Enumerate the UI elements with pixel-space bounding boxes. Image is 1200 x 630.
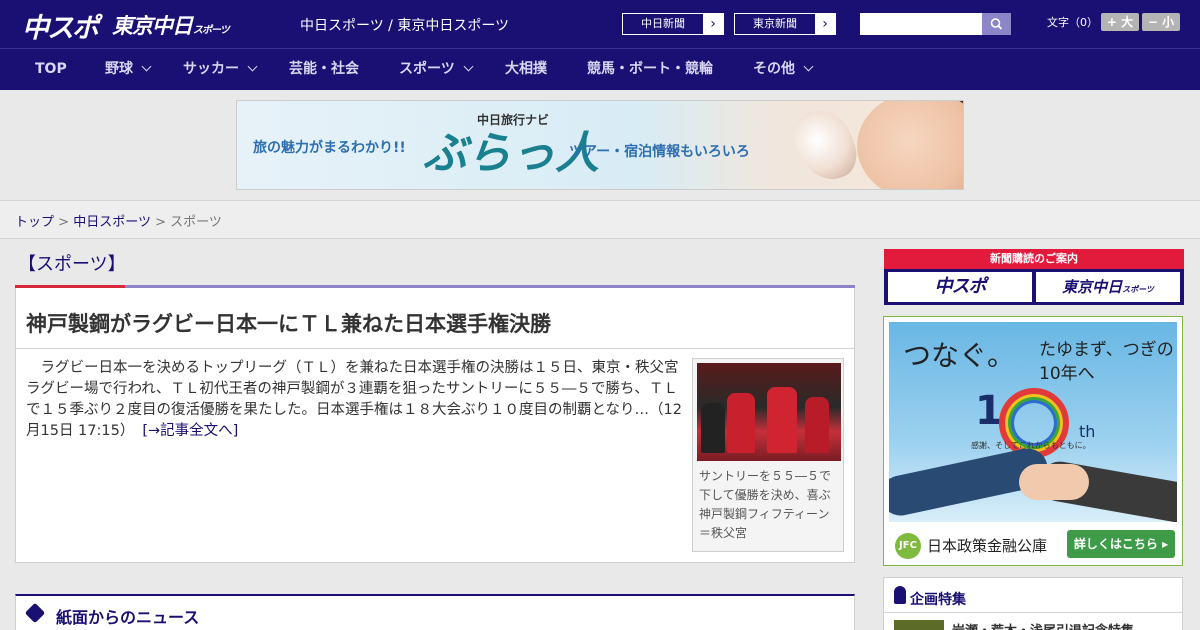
article-photo-box: サントリーを５５―５で下して優勝を決め、喜ぶ神戸製鋼フィフティーン＝秩父宮 <box>692 358 844 552</box>
breadcrumb-current: スポーツ <box>170 215 222 230</box>
seashell-image <box>786 101 864 189</box>
subscribe-tokyo-sub: スポーツ <box>1122 285 1154 294</box>
chevron-down-icon <box>803 61 814 72</box>
tokyo-shimbun-label: 東京新聞 <box>753 17 797 30</box>
article-summary: ラグビー日本一を決めるトップリーグ（ＴＬ）を兼ねた日本選手権の決勝は１５日、東京… <box>26 360 683 439</box>
search-input[interactable] <box>860 13 982 35</box>
site-title[interactable]: 中日スポーツ / 東京中日スポーツ <box>300 15 509 35</box>
breadcrumb-link-top[interactable]: トップ <box>15 215 54 230</box>
special-features-box: 企画特集 岩瀬・荒木・浅尾引退記念特集 <box>883 577 1183 630</box>
top-header: 中スポ 東京中日スポーツ 中日スポーツ / 東京中日スポーツ 中日新聞 › 東京… <box>0 0 1200 48</box>
breadcrumb-separator: > <box>58 215 70 230</box>
subscribe-chuspo-button[interactable]: 中スポ <box>888 272 1032 302</box>
read-more-link[interactable]: [→記事全文へ] <box>142 423 238 439</box>
subscribe-tokyo-label: 東京中日 <box>1062 278 1123 296</box>
article-top-border <box>15 285 855 288</box>
nav-item-label: TOP <box>35 61 67 77</box>
special-features-title: 企画特集 <box>910 592 966 608</box>
text-size-label: 文字（0） <box>1047 16 1098 29</box>
tokyo-chunichi-logo[interactable]: 東京中日スポーツ <box>112 10 230 40</box>
banner-tagline-right: ツアー・宿泊情報もいろいろ <box>569 144 750 160</box>
newspaper-icon <box>24 602 46 624</box>
breadcrumb-link-chunichi-sports[interactable]: 中日スポーツ <box>73 215 151 230</box>
section-title: 紙面からのニュース <box>56 608 200 627</box>
handshake-icon <box>1019 464 1089 500</box>
feature-link[interactable]: 岩瀬・荒木・浅尾引退記念特集 <box>952 620 1134 630</box>
jfc-logo: JFC <box>895 533 921 559</box>
divider <box>884 612 1182 613</box>
jfc-ad[interactable]: つなぐ。 たゆまず、つぎの10年へ 1 th 感謝、そしてこれからもともに。 J… <box>883 316 1183 566</box>
photo-figure <box>701 403 725 453</box>
banner-brand-small: 中日旅行ナビ <box>477 113 550 127</box>
ad-image: つなぐ。 たゆまず、つぎの10年へ 1 th 感謝、そしてこれからもともに。 <box>889 322 1177 522</box>
nav-item-sumo[interactable]: 大相撲 <box>505 49 547 90</box>
chevron-right-icon: › <box>703 14 723 34</box>
article-body: ラグビー日本一を決めるトップリーグ（ＴＬ）を兼ねた日本選手権の決勝は１５日、東京… <box>26 358 686 442</box>
nav-item-label: 野球 <box>105 61 133 77</box>
subscription-box: 新聞購読のご案内 中スポ 東京中日スポーツ <box>884 249 1184 305</box>
banner-model-image <box>857 101 963 189</box>
nav-item-label: 大相撲 <box>505 61 547 77</box>
search-icon <box>990 18 1003 30</box>
chevron-right-icon: › <box>815 14 835 34</box>
chevron-down-icon <box>247 61 258 72</box>
article-headline[interactable]: 神戸製鋼がラグビー日本一にＴＬ兼ねた日本選手権決勝 <box>26 308 551 338</box>
chunichi-shimbun-label: 中日新聞 <box>641 17 685 30</box>
ad-headline: つなぐ。 <box>903 339 1016 372</box>
article-photo[interactable] <box>697 363 841 461</box>
photo-figure <box>727 393 755 453</box>
ad-subline: たゆまず、つぎの10年へ <box>1039 340 1174 384</box>
subscribe-tokyo-chunichi-button[interactable]: 東京中日スポーツ <box>1036 272 1180 302</box>
nav-item-top[interactable]: TOP <box>35 49 67 90</box>
divider <box>16 348 854 349</box>
ad-suffix: th <box>1079 422 1096 441</box>
photo-caption: サントリーを５５―５で下して優勝を決め、喜ぶ神戸製鋼フィフティーン＝秩父宮 <box>699 469 832 540</box>
nav-item-soccer[interactable]: サッカー <box>183 49 258 90</box>
tokyo-shimbun-link[interactable]: 東京新聞 › <box>734 13 836 35</box>
tokyo-chunichi-logo-text: 東京中日 <box>112 14 193 38</box>
ad-details-button[interactable]: 詳しくはこちら ▸ <box>1067 530 1175 558</box>
ad-footer: JFC 日本政策金融公庫 詳しくはこちら ▸ <box>889 527 1177 561</box>
banner-tagline-left: 旅の魅力がまるわかり!! <box>253 140 406 156</box>
tokyo-chunichi-logo-sub: スポーツ <box>193 25 230 36</box>
category-title: 【スポーツ】 <box>18 254 126 275</box>
text-size-down-button[interactable]: − 小 <box>1142 13 1180 31</box>
chuspo-logo[interactable]: 中スポ <box>22 6 99 45</box>
nav-item-label: スポーツ <box>399 61 455 77</box>
nav-item-entertainment[interactable]: 芸能・社会 <box>289 49 359 90</box>
chevron-down-icon <box>141 61 152 72</box>
breadcrumb: トップ > 中日スポーツ > スポーツ <box>0 200 1200 239</box>
nav-item-racing[interactable]: 競馬・ボート・競輪 <box>587 49 713 90</box>
main-nav: TOP 野球 サッカー 芸能・社会 スポーツ 大相撲 競馬・ボート・競輪 その他 <box>0 48 1200 90</box>
pin-icon <box>894 586 906 604</box>
photo-figure <box>805 397 829 453</box>
article-card: 神戸製鋼がラグビー日本一にＴＬ兼ねた日本選手権決勝 ラグビー日本一を決めるトップ… <box>15 285 855 563</box>
subscription-header: 新聞購読のご案内 <box>884 249 1184 269</box>
search-button[interactable] <box>982 13 1011 35</box>
nav-item-label: 芸能・社会 <box>289 61 359 77</box>
nav-item-baseball[interactable]: 野球 <box>105 49 152 90</box>
breadcrumb-trail: トップ > 中日スポーツ > スポーツ <box>15 211 222 230</box>
nav-item-label: 競馬・ボート・競輪 <box>587 61 713 77</box>
travel-navi-banner[interactable]: 旅の魅力がまるわかり!! ぶらっ人 中日旅行ナビ ツアー・宿泊情報もいろいろ <box>236 100 964 190</box>
newspaper-news-section: 紙面からのニュース <box>15 594 855 630</box>
article-top-accent <box>15 285 125 288</box>
nav-item-label: その他 <box>753 61 795 77</box>
feature-thumbnail[interactable] <box>894 620 944 630</box>
nav-item-others[interactable]: その他 <box>753 49 814 90</box>
chevron-down-icon <box>463 61 474 72</box>
breadcrumb-separator: > <box>155 215 166 230</box>
nav-item-label: サッカー <box>183 61 239 77</box>
text-size-up-button[interactable]: + 大 <box>1101 13 1139 31</box>
photo-figure <box>767 387 797 453</box>
chunichi-shimbun-link[interactable]: 中日新聞 › <box>622 13 724 35</box>
ad-org-name: 日本政策金融公庫 <box>927 537 1048 555</box>
nav-item-sports[interactable]: スポーツ <box>399 49 474 90</box>
